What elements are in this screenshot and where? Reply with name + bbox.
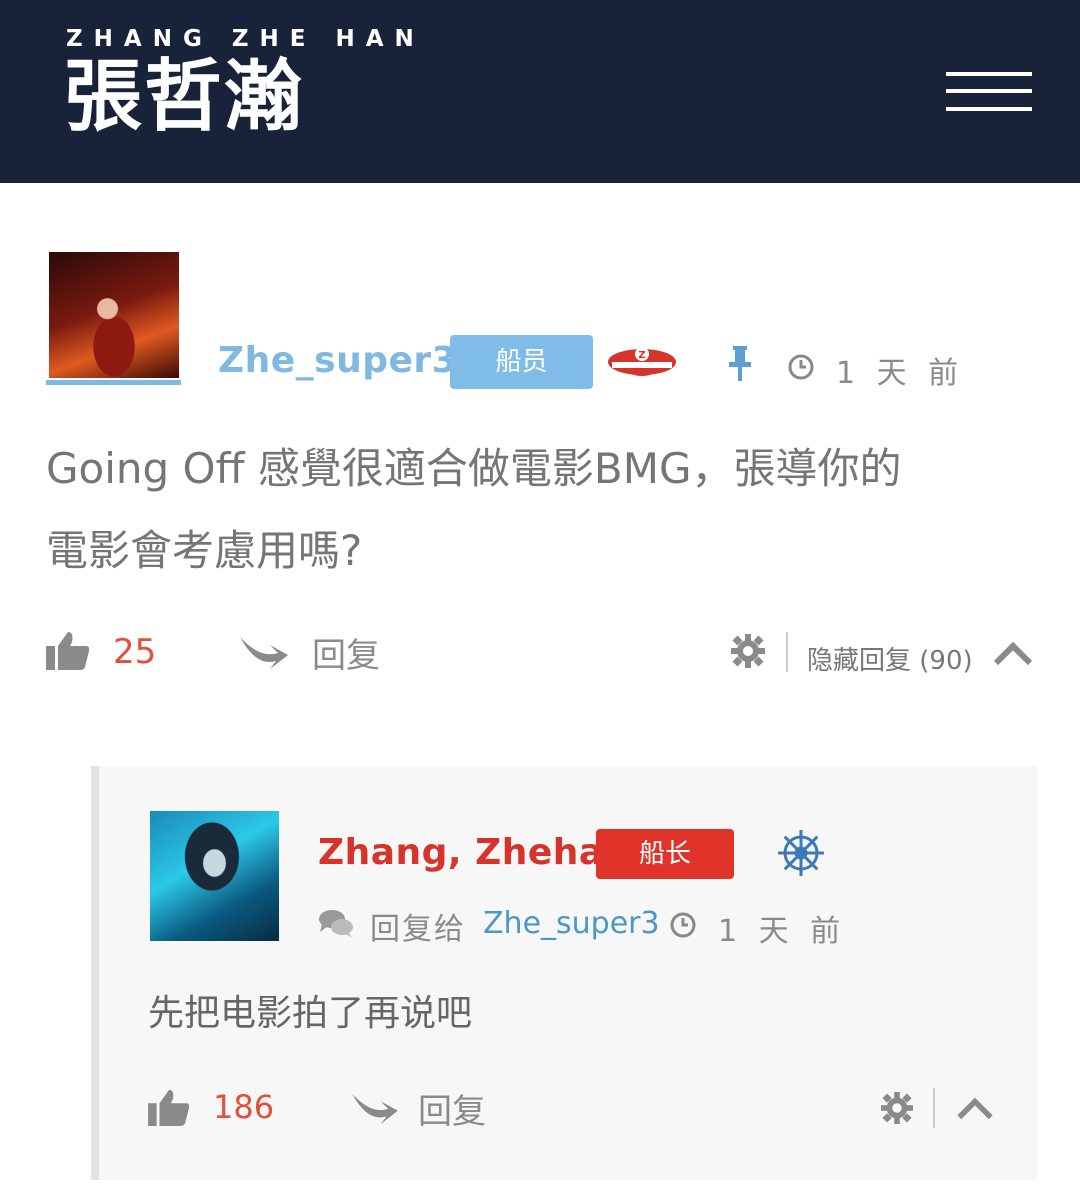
reply-arrow-icon[interactable]: [352, 1088, 398, 1126]
role-badge-captain: 船长: [596, 829, 734, 879]
chevron-up-icon[interactable]: [956, 1096, 994, 1120]
pin-icon: [729, 346, 751, 381]
reply-arrow-icon[interactable]: [240, 631, 288, 671]
comment-body-line: Going Off 感覺很適合做電影BMG，張導你的: [46, 444, 902, 493]
reply-timestamp: 1 天 前: [718, 914, 847, 949]
ship-wheel-icon: [778, 830, 824, 876]
reply-button[interactable]: 回复: [418, 1084, 486, 1133]
clock-icon: [670, 912, 696, 938]
thumbs-up-icon[interactable]: [148, 1088, 190, 1126]
reply-to-user-link[interactable]: Zhe_super3: [483, 906, 660, 941]
avatar[interactable]: [46, 252, 181, 385]
reply-body: 先把电影拍了再说吧: [148, 993, 473, 1034]
gear-icon[interactable]: [881, 1092, 913, 1124]
reply-button[interactable]: 回复: [312, 628, 380, 677]
hide-replies-toggle[interactable]: 隐藏回复 (90): [807, 640, 973, 677]
chat-bubbles-icon: [319, 910, 353, 938]
comment-author[interactable]: Zhe_super3: [218, 340, 457, 381]
svg-text:Z: Z: [638, 350, 645, 361]
avatar[interactable]: [150, 811, 279, 941]
gear-icon[interactable]: [731, 634, 765, 668]
site-header: ZHANG ZHE HAN 張哲瀚: [0, 0, 1080, 183]
logo-subtitle: ZHANG ZHE HAN: [66, 26, 425, 52]
reply-to-label: 回复给: [370, 912, 466, 947]
clock-icon: [788, 354, 814, 380]
like-count: 25: [113, 632, 157, 672]
hamburger-menu-icon[interactable]: [946, 72, 1032, 112]
logo-title[interactable]: 張哲瀚: [64, 52, 304, 142]
role-badge-member: 船员: [450, 335, 593, 389]
divider: [786, 632, 788, 672]
comment-body: Going Off 感覺很適合做電影BMG，張導你的 電影會考慮用嗎?: [46, 428, 1016, 592]
comment-timestamp: 1 天 前: [836, 356, 965, 391]
like-count: 186: [213, 1088, 275, 1126]
comment-body-line: 電影會考慮用嗎?: [46, 526, 363, 575]
chevron-up-icon[interactable]: [993, 640, 1033, 666]
reply-author[interactable]: Zhang, Zhehan: [318, 832, 630, 873]
divider: [933, 1088, 935, 1128]
thumbs-up-icon[interactable]: [46, 630, 90, 670]
sailor-cap-icon: Z: [608, 347, 676, 376]
